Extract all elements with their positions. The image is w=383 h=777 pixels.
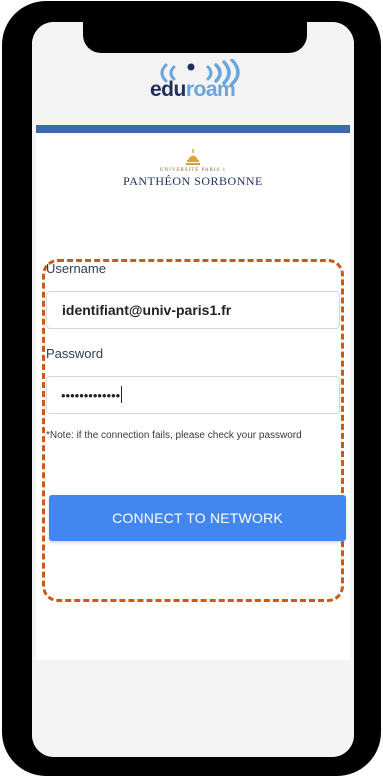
- university-subtitle: UNIVERSITÉ PARIS 1: [159, 168, 227, 173]
- eduroam-logo: eduroam: [138, 59, 258, 103]
- screen-footer: [32, 662, 354, 757]
- login-card: UNIVERSITÉ PARIS 1 PANTHÉON SORBONNE Use…: [36, 133, 350, 660]
- text-cursor: [121, 386, 123, 403]
- header-accent-bar: [36, 125, 350, 133]
- connection-note: *Note: if the connection fails, please c…: [46, 430, 302, 441]
- password-field[interactable]: •••••••••••••: [46, 376, 340, 414]
- logo-text-roam: roam: [185, 78, 236, 101]
- phone-screen: eduroam UNIVERSITÉ PARIS 1 PANTHÉON SORB…: [32, 22, 354, 757]
- university-name: PANTHÉON SORBONNE: [123, 174, 263, 188]
- university-logo: UNIVERSITÉ PARIS 1 PANTHÉON SORBONNE: [36, 149, 350, 189]
- username-label: Username: [46, 261, 106, 276]
- phone-notch: [83, 21, 307, 53]
- password-value: •••••••••••••: [61, 388, 121, 403]
- pantheon-dome-icon: [186, 149, 200, 165]
- phone-frame: eduroam UNIVERSITÉ PARIS 1 PANTHÉON SORB…: [2, 1, 381, 776]
- username-field[interactable]: identifiant@univ-paris1.fr: [46, 291, 340, 329]
- logo-text-edu: edu: [150, 78, 186, 101]
- connect-button[interactable]: CONNECT TO NETWORK: [49, 495, 346, 541]
- password-label: Password: [46, 346, 104, 361]
